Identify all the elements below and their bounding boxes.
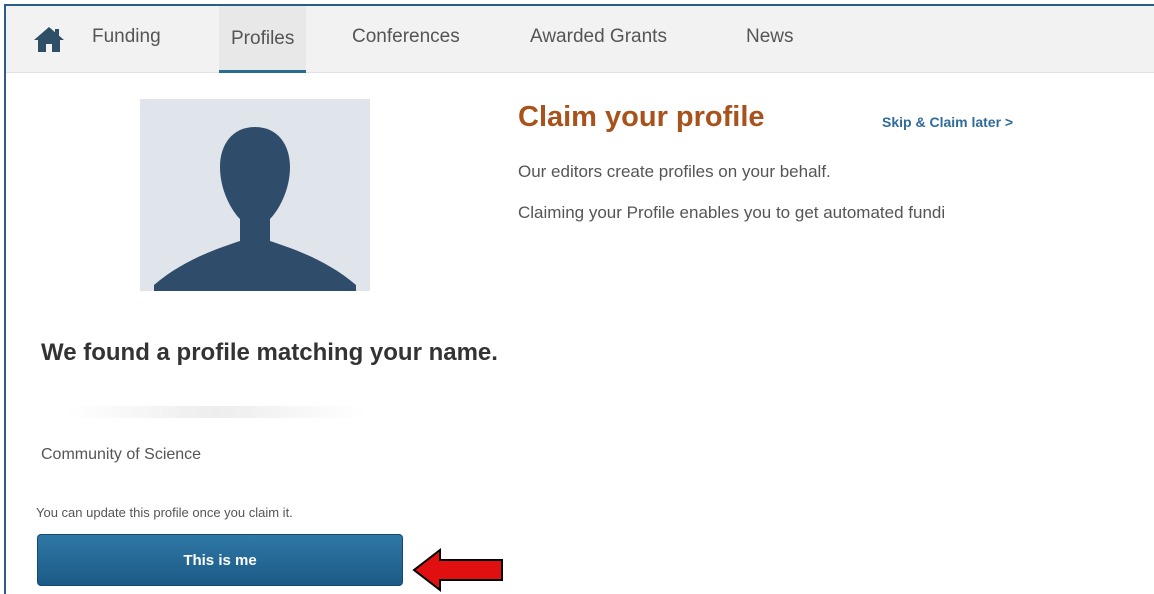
skip-claim-link[interactable]: Skip & Claim later > <box>882 114 1013 130</box>
nav-funding[interactable]: Funding <box>92 26 161 48</box>
blurred-name <box>66 406 366 418</box>
nav-awarded-grants[interactable]: Awarded Grants <box>530 26 667 48</box>
page-frame: Funding Profiles Conferences Awarded Gra… <box>4 4 1154 594</box>
claim-description-2: Claiming your Profile enables you to get… <box>518 203 946 222</box>
nav-conferences[interactable]: Conferences <box>352 26 460 48</box>
person-silhouette-icon <box>154 127 356 291</box>
profile-avatar <box>140 99 370 291</box>
red-arrow-icon <box>412 547 503 593</box>
update-note: You can update this profile once you cla… <box>36 505 293 520</box>
nav-news[interactable]: News <box>746 26 794 48</box>
organization-name: Community of Science <box>41 446 202 463</box>
this-is-me-button[interactable]: This is me <box>37 534 403 586</box>
match-heading: We found a profile matching your name. <box>41 339 498 366</box>
claim-description-1: Our editors create profiles on your beha… <box>518 162 831 181</box>
home-icon[interactable] <box>32 24 66 54</box>
claim-title: Claim your profile <box>518 101 765 133</box>
top-nav: Funding Profiles Conferences Awarded Gra… <box>6 6 1154 73</box>
nav-profiles[interactable]: Profiles <box>219 6 307 73</box>
